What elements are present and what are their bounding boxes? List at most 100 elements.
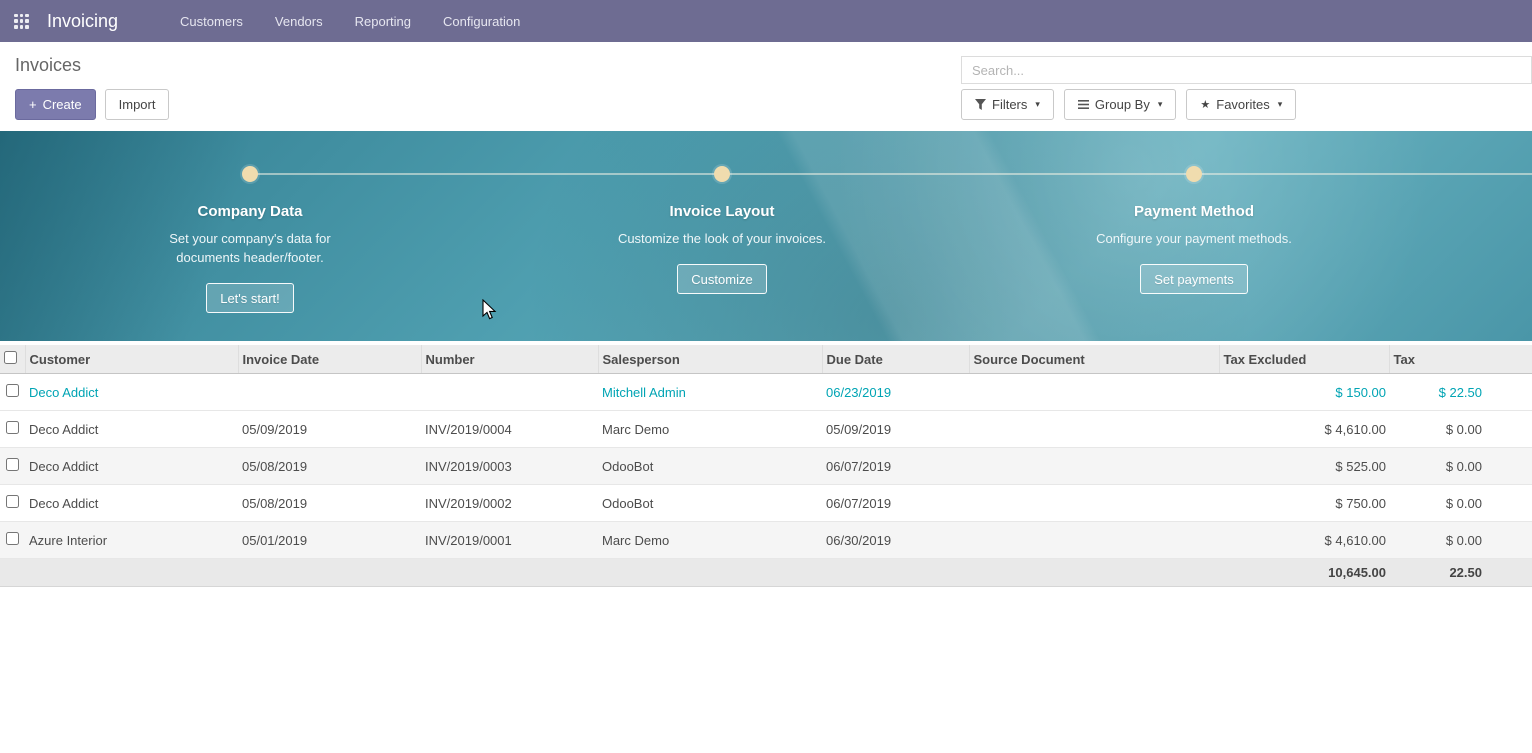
column-header-salesperson[interactable]: Salesperson [598, 345, 822, 374]
cell-due-date: 06/07/2019 [822, 448, 969, 485]
cell-salesperson: Marc Demo [598, 522, 822, 559]
cell-customer: Deco Addict [25, 374, 238, 411]
cell-number: INV/2019/0003 [421, 448, 598, 485]
chevron-down-icon: ▾ [1158, 100, 1163, 109]
filters-button[interactable]: Filters ▾ [961, 89, 1054, 120]
cell-tax: $ 22.50 [1389, 374, 1532, 411]
row-checkbox[interactable] [6, 532, 19, 545]
import-button[interactable]: Import [105, 89, 170, 120]
cell-tax-excluded: $ 750.00 [1219, 485, 1389, 522]
cell-tax-excluded: $ 150.00 [1219, 374, 1389, 411]
step-dot [714, 166, 730, 182]
app-name[interactable]: Invoicing [47, 11, 118, 32]
list-header-row: Customer Invoice Date Number Salesperson… [0, 345, 1532, 374]
favorites-button[interactable]: ★ Favorites ▾ [1186, 89, 1296, 120]
cell-number: INV/2019/0004 [421, 411, 598, 448]
cell-source-document [969, 448, 1219, 485]
cell-tax: $ 0.00 [1389, 485, 1532, 522]
onboarding-step-invoice-layout: Invoice Layout Customize the look of you… [552, 166, 892, 294]
step-description: Customize the look of your invoices. [616, 229, 828, 248]
onboarding-banner: Company Data Set your company's data for… [0, 131, 1532, 341]
cell-invoice-date: 05/01/2019 [238, 522, 421, 559]
invoice-row[interactable]: Azure Interior 05/01/2019 INV/2019/0001 … [0, 522, 1532, 559]
column-header-source-document[interactable]: Source Document [969, 345, 1219, 374]
cell-due-date: 06/30/2019 [822, 522, 969, 559]
row-checkbox[interactable] [6, 384, 19, 397]
cell-tax-excluded: $ 4,610.00 [1219, 522, 1389, 559]
cell-tax: $ 0.00 [1389, 448, 1532, 485]
step-title: Invoice Layout [552, 203, 892, 220]
cell-source-document [969, 522, 1219, 559]
plus-icon: + [29, 97, 37, 112]
invoice-list-table: Customer Invoice Date Number Salesperson… [0, 345, 1532, 587]
search-input[interactable] [961, 56, 1532, 84]
menu-reporting[interactable]: Reporting [349, 10, 417, 33]
column-header-customer[interactable]: Customer [25, 345, 238, 374]
cell-salesperson: Mitchell Admin [598, 374, 822, 411]
step-title: Company Data [80, 203, 420, 220]
cell-source-document [969, 411, 1219, 448]
step-dot [1186, 166, 1202, 182]
cell-invoice-date: 05/08/2019 [238, 485, 421, 522]
invoice-row[interactable]: Deco Addict 05/08/2019 INV/2019/0003 Odo… [0, 448, 1532, 485]
cell-customer: Deco Addict [25, 485, 238, 522]
cell-source-document [969, 485, 1219, 522]
customize-button[interactable]: Customize [677, 264, 766, 294]
chevron-down-icon: ▾ [1278, 100, 1283, 109]
cell-customer: Deco Addict [25, 411, 238, 448]
column-header-number[interactable]: Number [421, 345, 598, 374]
column-header-tax-excluded[interactable]: Tax Excluded [1219, 345, 1389, 374]
step-description: Configure your payment methods. [1054, 229, 1334, 248]
group-by-button-label: Group By [1095, 97, 1150, 112]
column-header-invoice-date[interactable]: Invoice Date [238, 345, 421, 374]
menu-vendors[interactable]: Vendors [269, 10, 329, 33]
cell-tax: $ 0.00 [1389, 522, 1532, 559]
cell-number: INV/2019/0002 [421, 485, 598, 522]
cell-due-date: 06/07/2019 [822, 485, 969, 522]
menu-customers[interactable]: Customers [174, 10, 249, 33]
cell-invoice-date: 05/08/2019 [238, 448, 421, 485]
cell-tax-excluded: $ 525.00 [1219, 448, 1389, 485]
create-button[interactable]: + Create [15, 89, 96, 120]
invoice-row[interactable]: Deco Addict 05/09/2019 INV/2019/0004 Mar… [0, 411, 1532, 448]
cell-customer: Azure Interior [25, 522, 238, 559]
cell-number: INV/2019/0001 [421, 522, 598, 559]
top-navbar: Invoicing Customers Vendors Reporting Co… [0, 0, 1532, 42]
search-options: Filters ▾ Group By ▾ ★ Favorites ▾ [961, 89, 1296, 120]
lets-start-button[interactable]: Let's start! [206, 283, 294, 313]
bars-icon [1078, 99, 1089, 110]
invoice-row[interactable]: Deco Addict 05/08/2019 INV/2019/0002 Odo… [0, 485, 1532, 522]
import-button-label: Import [119, 97, 156, 112]
column-header-due-date[interactable]: Due Date [822, 345, 969, 374]
column-header-tax[interactable]: Tax [1389, 345, 1532, 374]
list-totals-row: 10,645.00 22.50 [0, 559, 1532, 587]
cell-source-document [969, 374, 1219, 411]
menu-configuration[interactable]: Configuration [437, 10, 526, 33]
star-icon: ★ [1200, 98, 1210, 111]
step-title: Payment Method [1024, 203, 1364, 220]
apps-menu-icon[interactable] [14, 14, 29, 29]
onboarding-step-payment-method: Payment Method Configure your payment me… [1024, 166, 1364, 294]
select-all-checkbox[interactable] [4, 351, 17, 364]
row-checkbox[interactable] [6, 421, 19, 434]
filters-button-label: Filters [992, 97, 1027, 112]
filter-icon [975, 99, 986, 110]
set-payments-button[interactable]: Set payments [1140, 264, 1248, 294]
invoice-row[interactable]: Deco Addict Mitchell Admin 06/23/2019 $ … [0, 374, 1532, 411]
chevron-down-icon: ▾ [1035, 100, 1040, 109]
main-menu: Customers Vendors Reporting Configuratio… [174, 10, 526, 33]
group-by-button[interactable]: Group By ▾ [1064, 89, 1176, 120]
action-buttons: + Create Import [15, 89, 169, 120]
row-checkbox[interactable] [6, 458, 19, 471]
row-checkbox[interactable] [6, 495, 19, 508]
page-title: Invoices [15, 55, 81, 76]
control-panel: Invoices + Create Import Filters ▾ Group… [0, 42, 1532, 131]
create-button-label: Create [43, 97, 82, 112]
cell-salesperson: OdooBot [598, 485, 822, 522]
cell-invoice-date [238, 374, 421, 411]
step-dot [242, 166, 258, 182]
cell-due-date: 06/23/2019 [822, 374, 969, 411]
onboarding-step-company-data: Company Data Set your company's data for… [80, 166, 420, 313]
cell-invoice-date: 05/09/2019 [238, 411, 421, 448]
favorites-button-label: Favorites [1216, 97, 1269, 112]
